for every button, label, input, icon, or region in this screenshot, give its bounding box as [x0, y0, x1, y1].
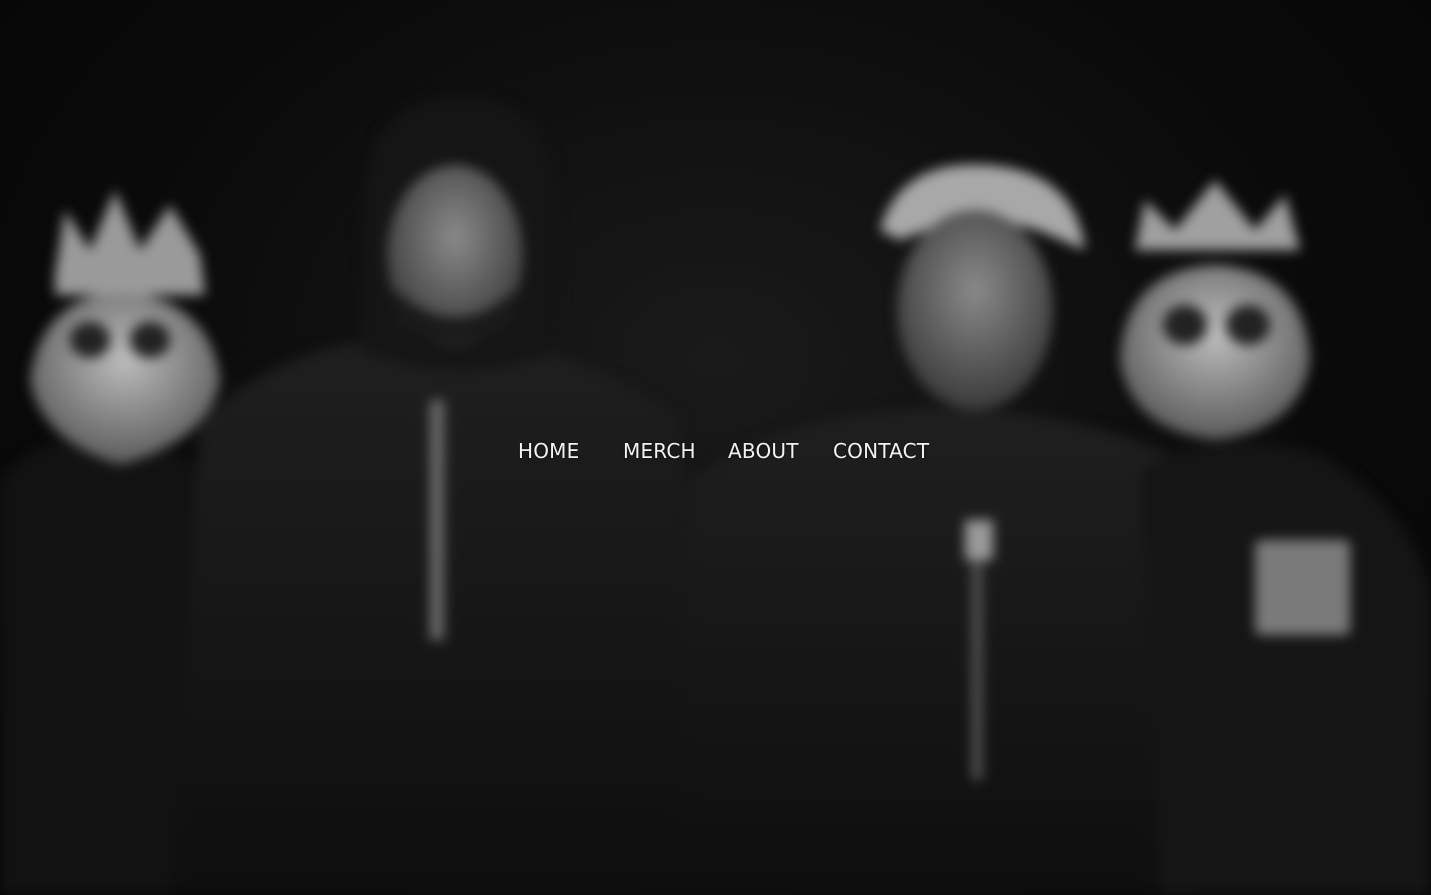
- nav-merch-link[interactable]: MERCH: [623, 436, 696, 466]
- figure-hooded-man: [170, 95, 720, 895]
- nav-contact-link[interactable]: CONTACT: [833, 436, 929, 466]
- main-nav: HOME MERCH ABOUT CONTACT: [0, 436, 1431, 466]
- page: HOME MERCH ABOUT CONTACT: [0, 0, 1431, 895]
- figure-right-masked: [1120, 180, 1431, 895]
- nav-about-link[interactable]: ABOUT: [728, 436, 799, 466]
- nav-home-link[interactable]: HOME: [518, 436, 579, 466]
